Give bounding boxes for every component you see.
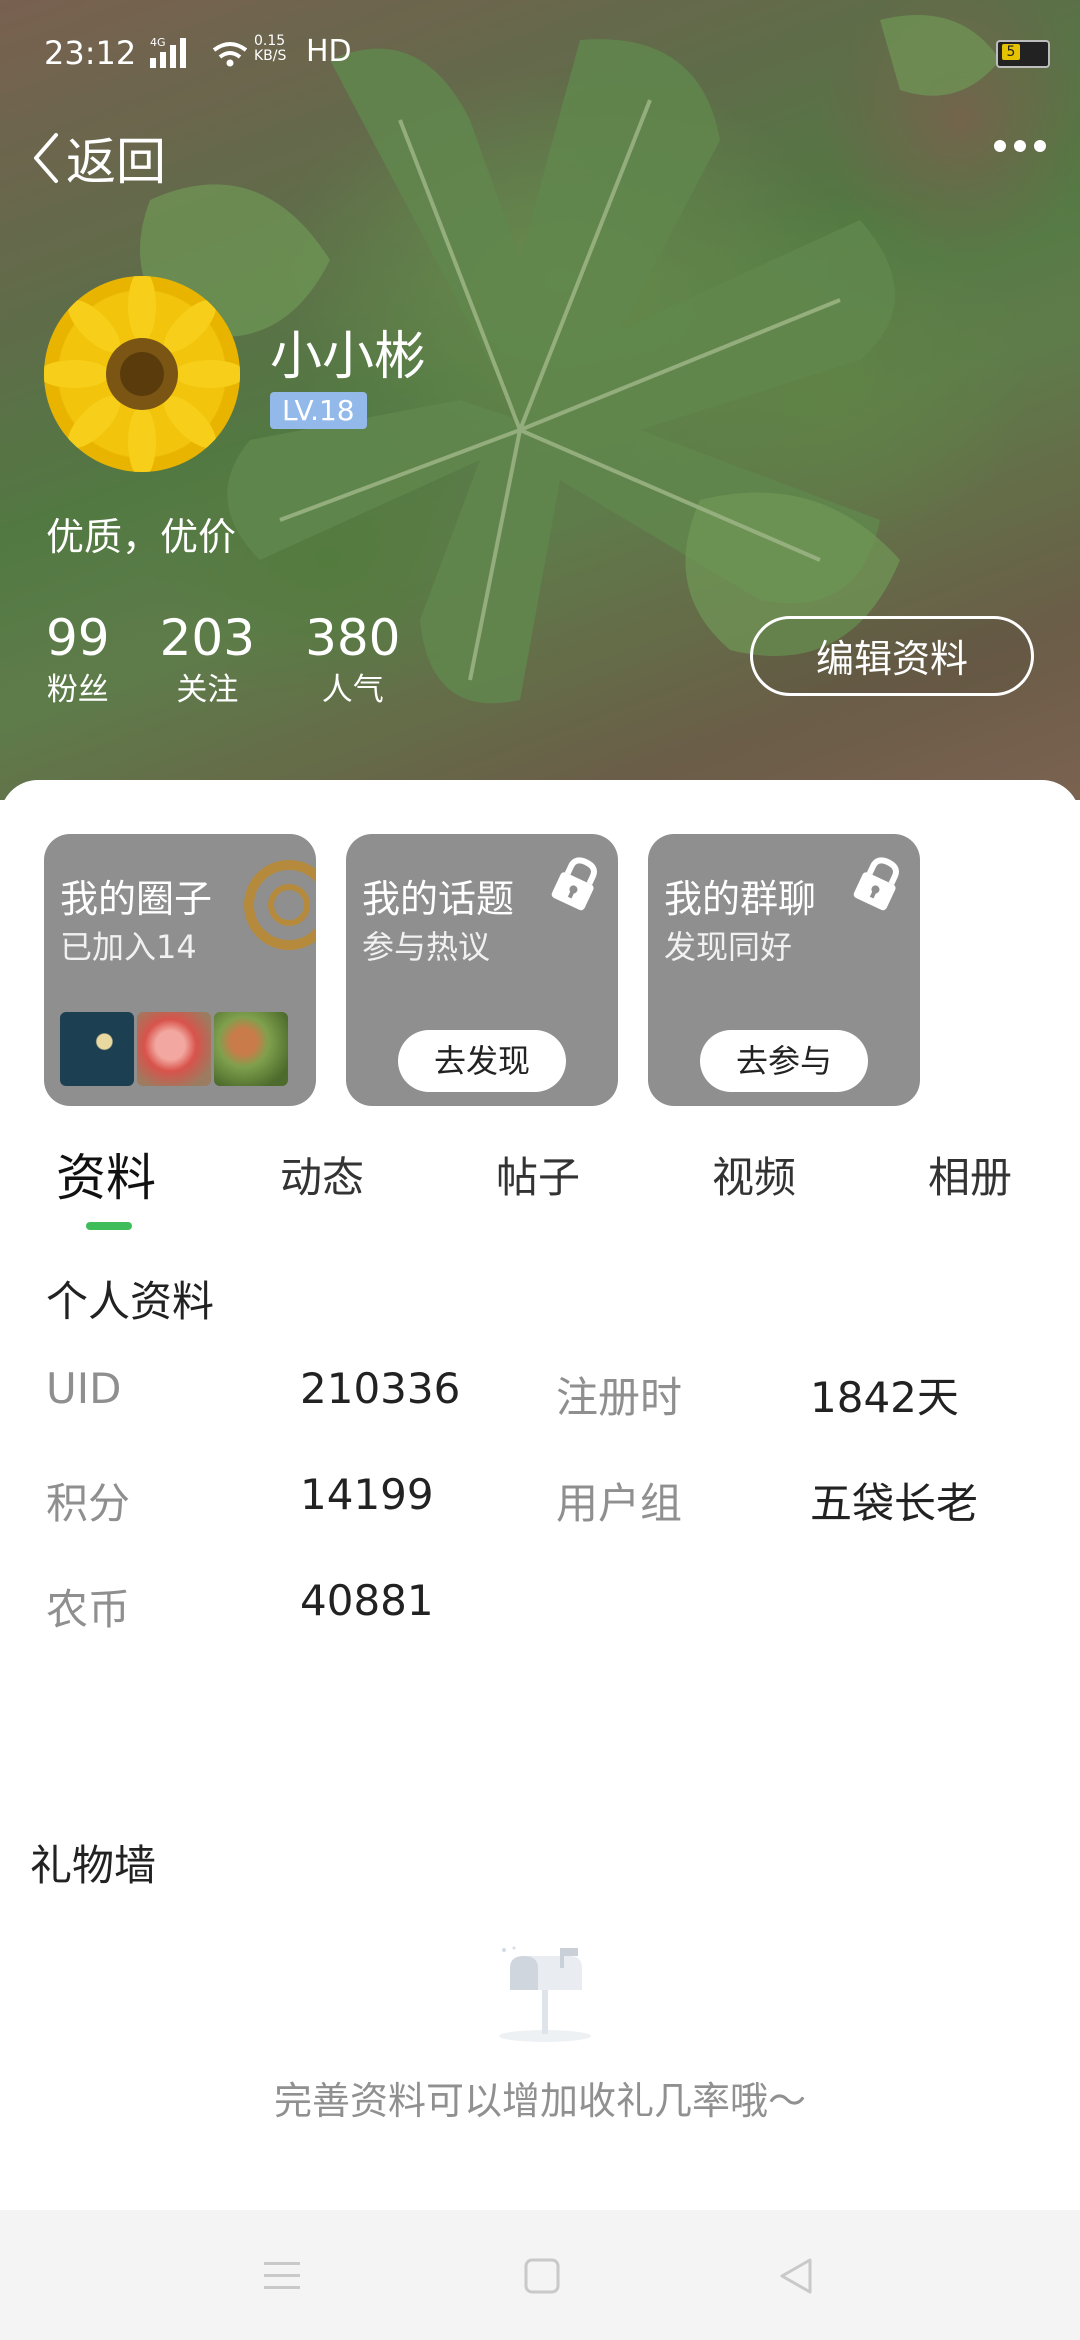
tab-profile[interactable]: 资料 [56, 1138, 156, 1210]
gift-wall-empty-text: 完善资料可以增加收礼几率哦～ [273, 2079, 806, 2123]
info-label-coins: 农币 [46, 1585, 131, 1634]
network-speed-value: 0.15 [254, 33, 286, 49]
back-label: 返回 [66, 133, 166, 191]
card-title: 我的话题 [362, 877, 515, 921]
info-value-coins: 40881 [300, 1576, 434, 1625]
stat-label: 人气 [321, 672, 384, 708]
edit-profile-button[interactable]: 编辑资料 [750, 616, 1034, 696]
back-button[interactable]: 返回 [30, 122, 166, 194]
join-button[interactable]: 去参与 [700, 1030, 868, 1092]
info-value-points: 14199 [300, 1470, 434, 1519]
feature-cards: 我的圈子 已加入14 我的话题 参与热议 去发现 我的群聊 发现同好 去参与 [44, 834, 920, 1106]
card-my-circles[interactable]: 我的圈子 已加入14 [44, 834, 316, 1106]
back-triangle-icon[interactable] [776, 2256, 816, 2296]
home-icon[interactable] [522, 2256, 562, 2296]
battery-icon: 5 [996, 40, 1050, 68]
level-badge: LV.18 [270, 392, 367, 429]
circle-thumbnail[interactable] [60, 1012, 134, 1086]
more-dot-icon [1014, 140, 1026, 152]
tab-posts[interactable]: 帖子 [496, 1144, 580, 1205]
tab-albums[interactable]: 相册 [928, 1144, 1012, 1205]
battery-level: 5 [1002, 44, 1020, 60]
profile-tabs: 资料 动态 帖子 视频 相册 [0, 1132, 1080, 1232]
chevron-left-icon [34, 133, 58, 183]
card-title: 我的圈子 [60, 877, 213, 921]
tab-activity[interactable]: 动态 [280, 1144, 364, 1205]
stat-value: 99 [46, 609, 110, 667]
info-value-uid: 210336 [300, 1364, 461, 1413]
sunflower-avatar-graphic [44, 276, 240, 472]
card-subtitle: 参与热议 [362, 928, 491, 966]
stat-value: 203 [159, 609, 256, 667]
network-speed-unit: KB/S [254, 48, 287, 64]
lock-icon [853, 857, 899, 911]
info-label-registered: 注册时 [556, 1373, 683, 1422]
card-subtitle: 已加入14 [60, 928, 197, 966]
gift-wall-title: 礼物墙 [30, 1841, 157, 1890]
info-label-uid: UID [46, 1364, 122, 1413]
personal-info-title: 个人资料 [46, 1277, 215, 1326]
avatar[interactable] [44, 276, 240, 472]
card-my-group-chats[interactable]: 我的群聊 发现同好 去参与 [648, 834, 920, 1106]
stat-following[interactable]: 203 关注 [160, 606, 255, 710]
more-options-button[interactable] [994, 140, 1046, 152]
stat-popularity[interactable]: 380 人气 [305, 606, 400, 710]
network-type: 4G [150, 36, 166, 49]
system-navigation-bar [0, 2210, 1080, 2340]
info-value-user-group: 五袋长老 [810, 1479, 979, 1528]
circle-decoration-icon [244, 860, 316, 950]
discover-button[interactable]: 去发现 [398, 1030, 566, 1092]
more-dot-icon [994, 140, 1006, 152]
stat-label: 粉丝 [46, 672, 109, 708]
stat-value: 380 [305, 609, 401, 667]
info-label-user-group: 用户组 [556, 1479, 683, 1528]
active-tab-indicator [86, 1222, 132, 1230]
username: 小小彬 [270, 327, 427, 387]
status-bar: 23:12 4G 0.15 KB/S HD 5 [44, 30, 1050, 80]
hd-indicator: HD [306, 34, 352, 69]
card-my-topics[interactable]: 我的话题 参与热议 去发现 [346, 834, 618, 1106]
empty-mailbox-icon [499, 1946, 591, 2042]
user-bio: 优质，优价 [46, 515, 237, 559]
wifi-icon [212, 42, 248, 67]
circle-thumbnails [60, 1012, 288, 1086]
circle-thumbnail[interactable] [137, 1012, 211, 1086]
tab-videos[interactable]: 视频 [712, 1144, 796, 1205]
menu-icon[interactable] [262, 2256, 302, 2296]
status-time: 23:12 [44, 34, 137, 72]
profile-stats: 99 粉丝 203 关注 380 人气 [46, 606, 451, 710]
lock-icon [551, 857, 597, 911]
card-title: 我的群聊 [664, 877, 817, 921]
network-speed: 0.15 KB/S [254, 34, 286, 64]
circle-thumbnail[interactable] [214, 1012, 288, 1086]
more-dot-icon [1034, 140, 1046, 152]
info-label-points: 积分 [46, 1479, 131, 1528]
card-subtitle: 发现同好 [664, 928, 793, 966]
stat-label: 关注 [176, 672, 239, 708]
info-value-registered: 1842天 [810, 1373, 959, 1422]
stat-fans[interactable]: 99 粉丝 [46, 606, 110, 710]
cellular-signal-icon: 4G [150, 36, 186, 68]
